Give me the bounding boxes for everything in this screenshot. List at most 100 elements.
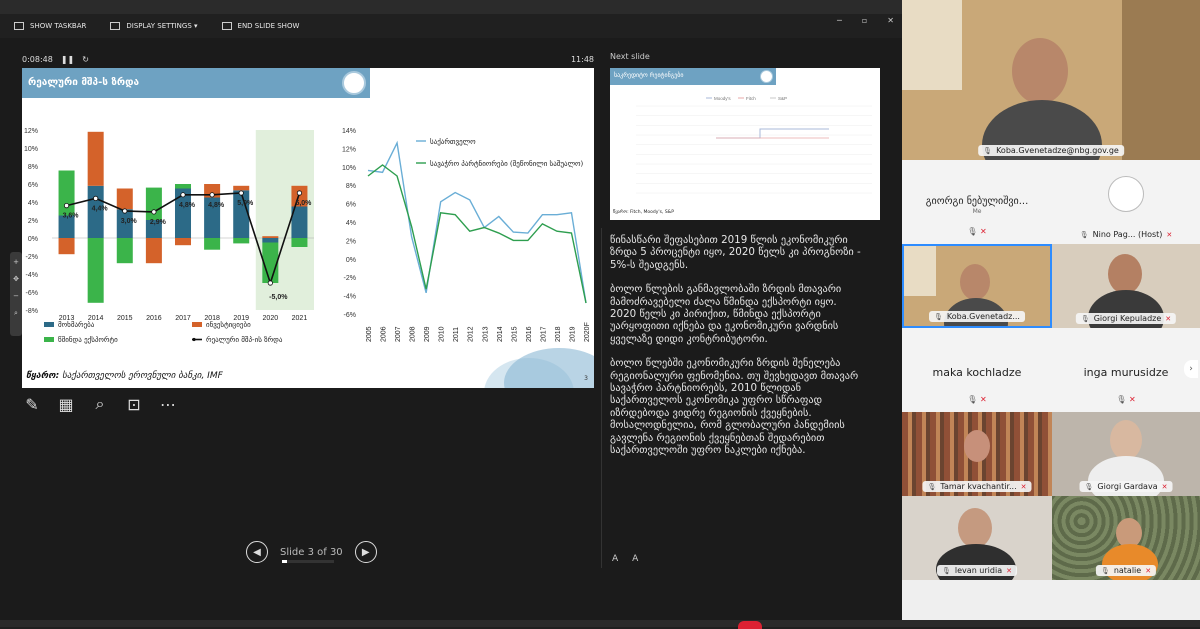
video-tile[interactable]: maka kochladze 🎙 ✕	[902, 328, 1052, 412]
microphone-icon: 🎙	[1100, 566, 1110, 575]
elapsed-time: 0:08:48	[22, 54, 53, 64]
next-slide-button[interactable]: ▶	[354, 541, 377, 563]
participant-name: Tamar kvachantir...	[940, 482, 1017, 491]
slide-title: რეალური მშპ-ს ზრდა	[22, 68, 370, 98]
restore-icon[interactable]: ▫	[862, 16, 867, 25]
video-tile[interactable]: 🎙 Tamar kvachantir... ✕	[902, 412, 1052, 496]
bar-segment	[174, 238, 192, 246]
video-tile[interactable]: 🎙 Koba.Gvenetadz...	[902, 244, 1052, 328]
title-bar	[0, 0, 902, 14]
muted-microphone-icon: 🎙 ✕	[967, 395, 987, 404]
video-tile[interactable]: გიორგი ნებულიშვი... Me 🎙 ✕	[902, 160, 1052, 244]
speaker-notes: წინასწარი შეფასებით 2019 წლის ეკონომიკურ…	[610, 234, 862, 469]
x-tick-label: 2015	[511, 326, 518, 342]
zoom-out-icon[interactable]: −	[13, 292, 19, 300]
x-tick-label: 2019	[569, 326, 576, 342]
video-gallery: 🎙 Koba.Gvenetadze@nbg.gov.ge გიორგი ნებულ…	[902, 0, 1200, 627]
display-settings-button[interactable]: DISPLAY SETTINGS ▾	[110, 22, 198, 30]
font-size-buttons: A A	[612, 554, 638, 564]
legend-label: S&P	[778, 96, 787, 101]
close-icon[interactable]: ✕	[887, 16, 894, 25]
legend-label: Moody's	[714, 96, 731, 101]
see-all-slides-icon[interactable]: ▦	[56, 394, 76, 414]
participant-name: natalie	[1113, 566, 1142, 575]
x-tick-label: 2009	[424, 326, 431, 342]
display-settings-label: DISPLAY SETTINGS ▾	[126, 22, 198, 30]
speaker-note-paragraph: ბოლო წლებში ეკონომიკური ზრდის შენელება რ…	[610, 357, 859, 457]
video-tile[interactable]: 🎙 Koba.Gvenetadze@nbg.gov.ge	[902, 0, 1200, 160]
y-tick-label: 2%	[28, 218, 38, 225]
participant-face	[1110, 420, 1142, 460]
participant-name: Koba.Gvenetadze@nbg.gov.ge	[996, 146, 1119, 155]
gdp-growth-point	[209, 192, 215, 198]
previous-slide-button[interactable]: ◀	[246, 541, 268, 563]
video-tile[interactable]: 🎙 levan uridia ✕	[902, 496, 1052, 580]
video-tile[interactable]: 🎙 Nino Pag... (Host) ✕	[1052, 160, 1200, 244]
pan-icon[interactable]: ✥	[13, 275, 19, 283]
pause-icon[interactable]: ❚❚	[61, 55, 74, 64]
series-line	[367, 164, 587, 304]
end-slide-show-button[interactable]: END SLIDE SHOW	[221, 22, 299, 30]
video-tile[interactable]: inga murusidze 🎙 ✕	[1052, 328, 1200, 412]
participant-name-tag: 🎙 levan uridia ✕	[937, 565, 1017, 576]
black-screen-icon[interactable]: ⊡	[124, 394, 144, 414]
data-label: 4,8%	[179, 202, 196, 209]
pen-icon[interactable]: ✎	[22, 394, 42, 414]
microphone-icon: 🎙	[927, 482, 937, 491]
next-page-arrow[interactable]: ›	[1184, 360, 1198, 378]
increase-font-button[interactable]: A	[612, 554, 618, 564]
legend-label: ინვესტიციები	[206, 321, 251, 329]
video-tile[interactable]: 🎙 Giorgi Gardava ✕	[1052, 412, 1200, 496]
mute-icon: ✕	[1006, 566, 1012, 575]
bar-segment	[291, 238, 308, 247]
search-icon[interactable]: ⌕	[14, 309, 18, 318]
presenter-toolbar: SHOW TASKBAR DISPLAY SETTINGS ▾ END SLID…	[0, 14, 902, 38]
video-tile[interactable]: 🎙 Giorgi Kepuladze ✕	[1052, 244, 1200, 328]
y-tick-label: 10%	[342, 165, 356, 172]
window-background	[902, 0, 962, 90]
more-options-icon[interactable]: ⋯	[158, 394, 178, 414]
participant-face	[960, 264, 990, 300]
participant-name-tag: 🎙 Nino Pag... (Host) ✕	[1075, 229, 1178, 240]
next-slide-preview[interactable]: საკრედიტო რეიტინგები Moody's Fitch S&P წყა…	[610, 68, 880, 220]
bar-segment	[233, 238, 250, 244]
gdp-growth-point	[93, 195, 99, 202]
share-stop-button[interactable]	[738, 621, 762, 629]
participant-name: inga murusidze	[1083, 366, 1169, 379]
y-tick-label: 12%	[342, 146, 356, 153]
x-tick-label: 2011	[453, 327, 460, 342]
gdp-growth-point	[63, 203, 70, 209]
mute-icon: ✕	[1020, 482, 1027, 491]
bar-segment	[58, 238, 75, 255]
participant-name-tag: 🎙 natalie ✕	[1095, 565, 1157, 576]
participant-name-tag: 🎙 Giorgi Kepuladze ✕	[1075, 313, 1177, 324]
x-tick-label: 2017	[175, 315, 191, 322]
x-tick-label: 2014	[497, 326, 504, 342]
zoom-icon[interactable]: ⌕	[90, 394, 110, 414]
bar-segment	[174, 184, 192, 189]
nbg-avatar	[1108, 176, 1144, 212]
slide-tools: ✎ ▦ ⌕ ⊡ ⋯	[22, 394, 178, 414]
x-tick-label: 2006	[381, 326, 388, 342]
video-tile[interactable]: 🎙 natalie ✕	[1052, 496, 1200, 580]
y-tick-label: 0%	[28, 236, 38, 243]
taskbar-icon	[14, 22, 24, 30]
bar-segment	[87, 238, 104, 303]
reset-timer-icon[interactable]: ↻	[82, 55, 89, 64]
zoom-in-icon[interactable]: +	[13, 258, 19, 266]
microphone-icon: 🎙	[942, 566, 951, 575]
minimize-icon[interactable]: ─	[837, 16, 842, 25]
source-label: წყარო:	[26, 371, 60, 381]
x-tick-label: 2007	[395, 326, 402, 342]
mute-icon: ✕	[1165, 314, 1172, 323]
x-tick-label: 2015	[117, 315, 133, 322]
y-tick-label: 10%	[24, 146, 38, 153]
decrease-font-button[interactable]: A	[632, 554, 638, 564]
gdp-growth-point	[296, 190, 303, 196]
show-taskbar-button[interactable]: SHOW TASKBAR	[14, 22, 86, 30]
y-tick-label: 8%	[346, 183, 356, 190]
x-tick-label: 2010	[439, 326, 446, 342]
legend-marker	[192, 337, 196, 342]
data-label: 4,4%	[92, 205, 109, 212]
participant-name-tag: 🎙 Tamar kvachantir... ✕	[922, 481, 1032, 492]
